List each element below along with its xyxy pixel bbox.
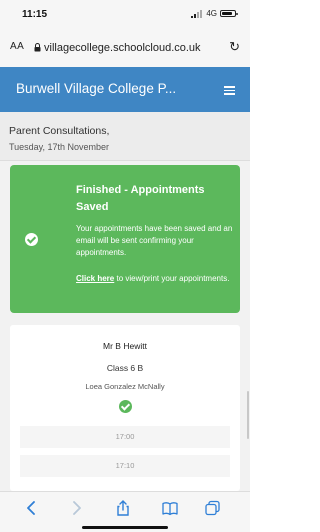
event-date: Tuesday, 17th November — [9, 142, 110, 152]
chevron-left-icon[interactable] — [22, 500, 42, 516]
lock-icon — [34, 43, 41, 52]
hamburger-menu-icon[interactable] — [224, 86, 235, 95]
time-slot[interactable]: 17:00 — [20, 426, 230, 448]
scrollbar[interactable] — [247, 391, 249, 439]
event-title: Parent Consultations, — [9, 125, 110, 137]
app-header: Burwell Village College P... — [0, 67, 250, 112]
text-size-button[interactable]: AA — [10, 41, 24, 52]
appointment-card: Mr B Hewitt Class 6 B Loea Gonzalez McNa… — [10, 325, 240, 491]
success-message: Your appointments have been saved and an… — [76, 224, 233, 257]
student-name: Loea Gonzalez McNally — [85, 382, 165, 391]
browser-toolbar — [0, 491, 250, 532]
view-print-suffix: to view/print your appointments. — [114, 274, 230, 283]
browser-url-bar[interactable]: AA villagecollege.schoolcloud.co.uk ↻ — [0, 30, 250, 67]
phone-screen: 11:15 4G AA villagecollege.schoolcloud.c… — [0, 0, 250, 532]
url-text[interactable]: villagecollege.schoolcloud.co.uk — [44, 42, 201, 54]
click-here-link[interactable]: Click here — [76, 274, 114, 283]
view-print-text: Click here to view/print your appointmen… — [76, 273, 236, 285]
tabs-icon[interactable] — [203, 500, 223, 516]
teacher-name: Mr B Hewitt — [103, 341, 147, 351]
home-indicator[interactable] — [82, 526, 168, 529]
class-name: Class 6 B — [106, 363, 144, 373]
network-label: 4G — [206, 9, 217, 18]
confirmed-check-icon — [119, 400, 132, 413]
chevron-right-icon[interactable] — [66, 500, 86, 516]
check-circle-icon — [25, 233, 38, 246]
success-title: Finished - Appointments Saved — [76, 184, 205, 213]
success-alert: Finished - Appointments Saved Your appoi… — [10, 165, 240, 313]
main-content: Finished - Appointments Saved Your appoi… — [0, 161, 250, 491]
status-bar: 11:15 4G — [0, 0, 250, 30]
status-indicators: 4G — [191, 9, 238, 18]
app-title: Burwell Village College P... — [16, 81, 177, 96]
book-icon[interactable] — [160, 500, 180, 516]
time-slot[interactable]: 17:10 — [20, 455, 230, 477]
share-icon[interactable] — [113, 500, 133, 516]
signal-icon — [191, 9, 203, 18]
page-subheader: Parent Consultations, Tuesday, 17th Nove… — [0, 112, 250, 161]
battery-icon — [220, 10, 238, 17]
reload-icon[interactable]: ↻ — [229, 39, 240, 55]
status-time: 11:15 — [22, 9, 48, 20]
